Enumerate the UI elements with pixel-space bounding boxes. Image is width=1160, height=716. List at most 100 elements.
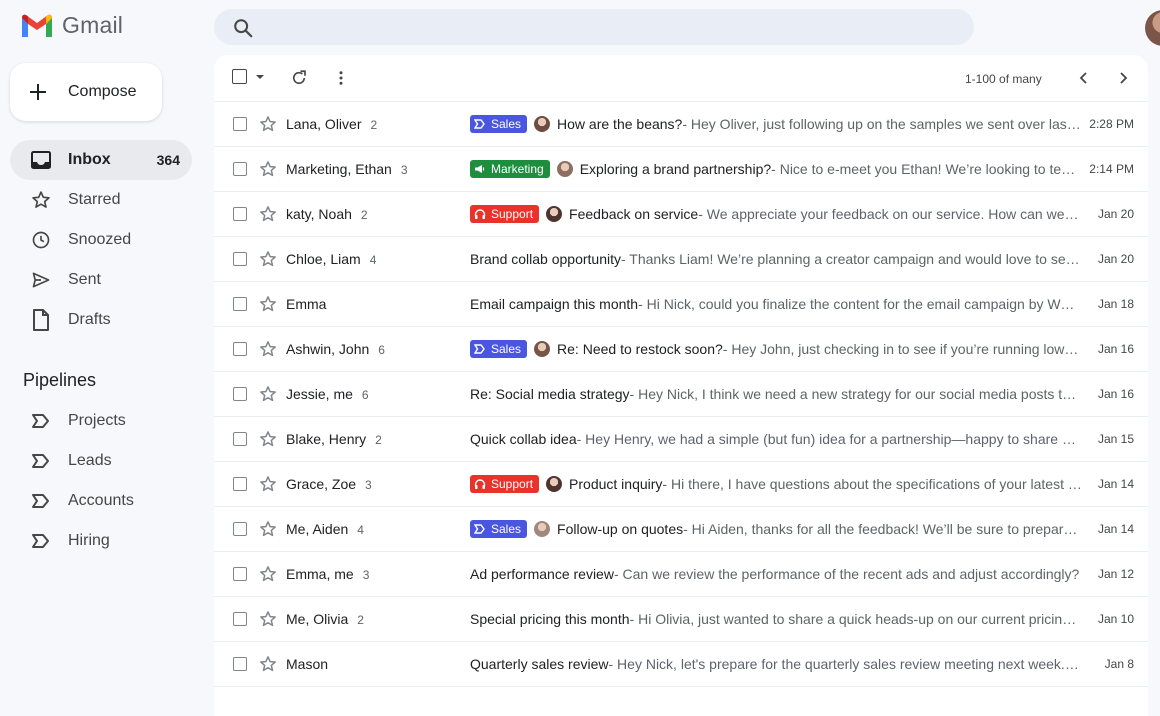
- email-row[interactable]: Mason Quarterly sales review - Hey Nick, …: [214, 642, 1148, 687]
- inbox-icon: [30, 149, 52, 171]
- previous-page-button[interactable]: [1076, 70, 1092, 86]
- chevron-left-icon: [1079, 72, 1087, 84]
- star-icon[interactable]: [259, 475, 277, 493]
- star-icon[interactable]: [259, 430, 277, 448]
- email-row[interactable]: Me, Olivia 2 Special pricing this month - …: [214, 597, 1148, 642]
- star-icon[interactable]: [259, 205, 277, 223]
- sidebar-item-inbox[interactable]: Inbox 364: [10, 140, 192, 180]
- row-checkbox[interactable]: [233, 117, 247, 131]
- star-icon[interactable]: [259, 340, 277, 358]
- row-checkbox[interactable]: [233, 522, 247, 536]
- row-checkbox[interactable]: [233, 162, 247, 176]
- pipeline-label[interactable]: Sales: [470, 115, 528, 133]
- chevron-right-icon: [1120, 72, 1128, 84]
- pipeline-label[interactable]: Marketing: [470, 160, 550, 178]
- email-date: Jan 12: [1097, 567, 1134, 581]
- compose-button[interactable]: Compose: [10, 63, 162, 121]
- email-row[interactable]: Emma, me 3 Ad performance review - Can we …: [214, 552, 1148, 597]
- email-date: Jan 10: [1097, 612, 1134, 626]
- star-icon[interactable]: [259, 115, 277, 133]
- star-icon[interactable]: [259, 655, 277, 673]
- star-icon[interactable]: [259, 565, 277, 583]
- sender-name: Emma: [286, 296, 327, 312]
- pipeline-label[interactable]: Support: [470, 475, 540, 493]
- contact-avatar: [546, 206, 563, 222]
- sidebar-item-drafts[interactable]: Drafts: [10, 300, 192, 340]
- email-snippet: - Hey Henry, we had a simple (but fun) i…: [576, 431, 1082, 447]
- star-icon[interactable]: [259, 160, 277, 178]
- sidebar-item-label: Projects: [68, 412, 126, 429]
- email-subject: How are the beans?: [557, 116, 683, 132]
- thread-count: 2: [370, 118, 378, 132]
- email-row[interactable]: Jessie, me 6 Re: Social media strategy - H…: [214, 372, 1148, 417]
- pipeline-label-text: Sales: [491, 522, 522, 536]
- email-date: Jan 20: [1097, 252, 1134, 266]
- star-icon: [30, 189, 52, 211]
- pipeline-label-icon: [30, 410, 52, 432]
- star-icon[interactable]: [259, 385, 277, 403]
- email-row[interactable]: Emma Email campaign this month - Hi Nick,…: [214, 282, 1148, 327]
- email-snippet: - Hey Oliver, just following up on the s…: [682, 116, 1082, 132]
- email-subject: Brand collab opportunity: [470, 251, 621, 267]
- sidebar-item-snoozed[interactable]: Snoozed: [10, 220, 192, 260]
- row-checkbox[interactable]: [233, 432, 247, 446]
- email-row[interactable]: Marketing, Ethan 3 Marketing Exploring a br…: [214, 147, 1148, 192]
- sidebar-item-starred[interactable]: Starred: [10, 180, 192, 220]
- email-sender: Grace, Zoe 3: [286, 476, 372, 492]
- email-row[interactable]: Me, Aiden 4 Sales Follow-up on quotes - Hi …: [214, 507, 1148, 552]
- sidebar-item-projects[interactable]: Projects: [10, 401, 192, 441]
- sidebar-item-leads[interactable]: Leads: [10, 441, 192, 481]
- email-content: Marketing Exploring a brand partnership? …: [470, 147, 1082, 191]
- pipelines-list: Projects Leads Accounts Hiring: [10, 401, 192, 561]
- pipeline-label[interactable]: Sales: [470, 340, 528, 358]
- sidebar-item-hiring[interactable]: Hiring: [10, 521, 192, 561]
- sidebar-item-accounts[interactable]: Accounts: [10, 481, 192, 521]
- pipeline-label[interactable]: Support: [470, 205, 540, 223]
- next-page-button[interactable]: [1115, 70, 1131, 86]
- row-checkbox[interactable]: [233, 207, 247, 221]
- row-checkbox[interactable]: [233, 612, 247, 626]
- email-row[interactable]: Ashwin, John 6 Sales Re: Need to restock so…: [214, 327, 1148, 372]
- star-icon[interactable]: [259, 295, 277, 313]
- row-checkbox[interactable]: [233, 342, 247, 356]
- row-checkbox[interactable]: [233, 477, 247, 491]
- row-checkbox[interactable]: [233, 297, 247, 311]
- select-all-checkbox[interactable]: [232, 69, 265, 84]
- sender-name: Blake, Henry: [286, 431, 367, 447]
- caret-down-icon[interactable]: [255, 72, 265, 82]
- pipeline-label[interactable]: Sales: [470, 520, 528, 538]
- sidebar-item-label: Snoozed: [68, 231, 132, 248]
- email-subject: Exploring a brand partnership?: [579, 161, 772, 177]
- email-row[interactable]: Grace, Zoe 3 Support Product inquiry - Hi t…: [214, 462, 1148, 507]
- gmail-wordmark: Gmail: [62, 12, 124, 38]
- star-icon[interactable]: [259, 520, 277, 538]
- email-row[interactable]: Chloe, Liam 4 Brand collab opportunity - T…: [214, 237, 1148, 282]
- thread-count: 2: [360, 208, 368, 222]
- email-content: Special pricing this month - Hi Olivia, …: [470, 597, 1082, 641]
- email-subject: Email campaign this month: [470, 296, 639, 312]
- star-icon[interactable]: [259, 250, 277, 268]
- star-icon[interactable]: [259, 610, 277, 628]
- search-bar[interactable]: [214, 9, 974, 45]
- email-sender: Blake, Henry 2: [286, 431, 382, 447]
- row-checkbox[interactable]: [233, 252, 247, 266]
- email-snippet: - Can we review the performance of the r…: [613, 566, 1080, 582]
- email-date: Jan 16: [1097, 342, 1134, 356]
- row-checkbox[interactable]: [233, 387, 247, 401]
- account-avatar[interactable]: [1145, 10, 1160, 46]
- row-checkbox[interactable]: [233, 567, 247, 581]
- compose-label: Compose: [68, 83, 137, 100]
- thread-count: 6: [361, 388, 369, 402]
- pipeline-label-icon: [474, 524, 485, 534]
- refresh-button[interactable]: [290, 69, 308, 87]
- email-row[interactable]: Blake, Henry 2 Quick collab idea - Hey Hen…: [214, 417, 1148, 462]
- more-options-button[interactable]: [332, 69, 350, 87]
- pipelines-heading: Pipelines: [23, 370, 97, 390]
- sidebar-item-sent[interactable]: Sent: [10, 260, 192, 300]
- row-checkbox[interactable]: [233, 657, 247, 671]
- gmail-logo[interactable]: Gmail: [20, 12, 123, 39]
- email-row[interactable]: katy, Noah 2 Support Feedback on service - …: [214, 192, 1148, 237]
- email-row[interactable]: Lana, Oliver 2 Sales How are the beans? - H…: [214, 102, 1148, 147]
- sender-name: Ashwin, John: [286, 341, 370, 357]
- refresh-icon: [292, 70, 306, 85]
